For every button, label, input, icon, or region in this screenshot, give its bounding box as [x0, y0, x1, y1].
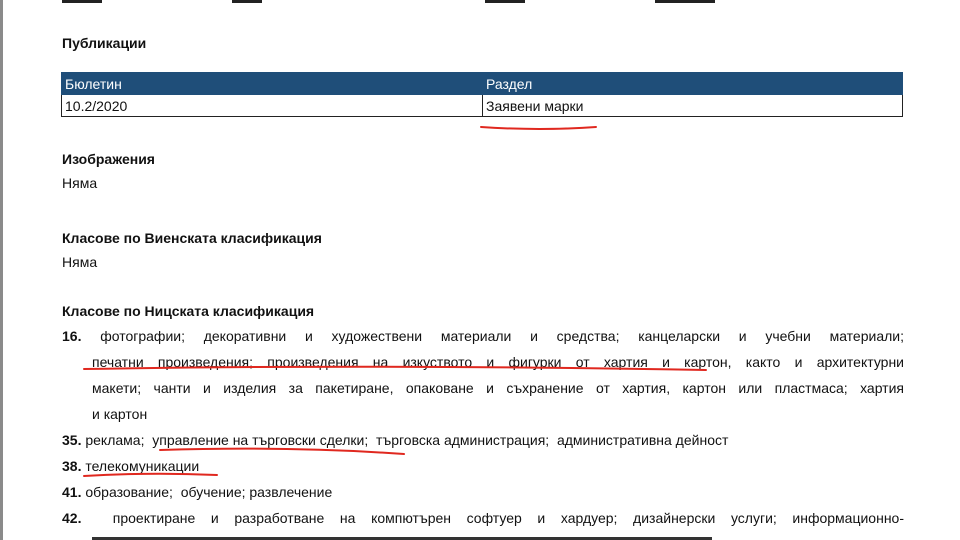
class-16-text-2: печатни произведения; произведения на из… — [92, 354, 904, 370]
class-number: 38. — [62, 458, 82, 474]
class-number: 41. — [62, 484, 82, 500]
class-35-text: реклама; управление на търговски сделки;… — [85, 432, 729, 448]
nice-class-42: 42. проектиране и разработване на компют… — [62, 505, 904, 531]
bulletin-cell: 10.2/2020 — [61, 94, 483, 117]
table-header-row: Бюлетин Раздел — [61, 72, 903, 95]
class-42-text: проектиране и разработване на компютърен… — [112, 510, 905, 526]
class-16-line-1: 16. фотографии; декоративни и художестве… — [62, 323, 904, 349]
nice-class-41: 41. образование; обучение; развлечение — [62, 479, 904, 505]
class-16-text-1: фотографии; декоративни и художествени м… — [100, 328, 904, 344]
publications-table: Бюлетин Раздел 10.2/2020 Заявени марки — [61, 72, 903, 117]
images-heading: Изображения — [62, 151, 155, 167]
page-left-border — [0, 0, 3, 540]
class-number: 42. — [62, 510, 82, 526]
class-number: 16. — [62, 328, 82, 344]
images-value: Няма — [62, 175, 98, 191]
class-38-text: телекомуникации — [85, 458, 200, 474]
nice-heading: Класове по Ницската класификация — [62, 303, 315, 319]
class-number: 35. — [62, 432, 82, 448]
nice-class-16: 16. фотографии; декоративни и художестве… — [62, 323, 904, 427]
nice-class-35: 35. реклама; управление на търговски сде… — [62, 427, 904, 453]
top-cut-text-fragments — [0, 0, 960, 4]
class-16-text-4: и картон — [92, 406, 148, 422]
class-16-line-3: макети; чанти и изделия за пакетиране, о… — [62, 375, 904, 401]
class-41-text: образование; обучение; развлечение — [85, 484, 333, 500]
vienna-value: Няма — [62, 254, 98, 270]
table-row: 10.2/2020 Заявени марки — [61, 94, 903, 117]
column-header-bulletin: Бюлетин — [61, 72, 483, 95]
vienna-heading: Класове по Виенската класификация — [62, 230, 322, 246]
class-16-line-4: и картон — [62, 401, 904, 427]
section-cell: Заявени марки — [482, 94, 903, 117]
class-16-line-2: печатни произведения; произведения на из… — [62, 349, 904, 375]
publications-heading: Публикации — [62, 35, 147, 51]
cut-off-next-line — [92, 531, 712, 540]
class-16-text-3: макети; чанти и изделия за пакетиране, о… — [92, 380, 904, 396]
underline-zayaveni-marki — [480, 126, 597, 130]
nice-class-38: 38. телекомуникации — [62, 453, 904, 479]
column-header-section: Раздел — [482, 72, 903, 95]
